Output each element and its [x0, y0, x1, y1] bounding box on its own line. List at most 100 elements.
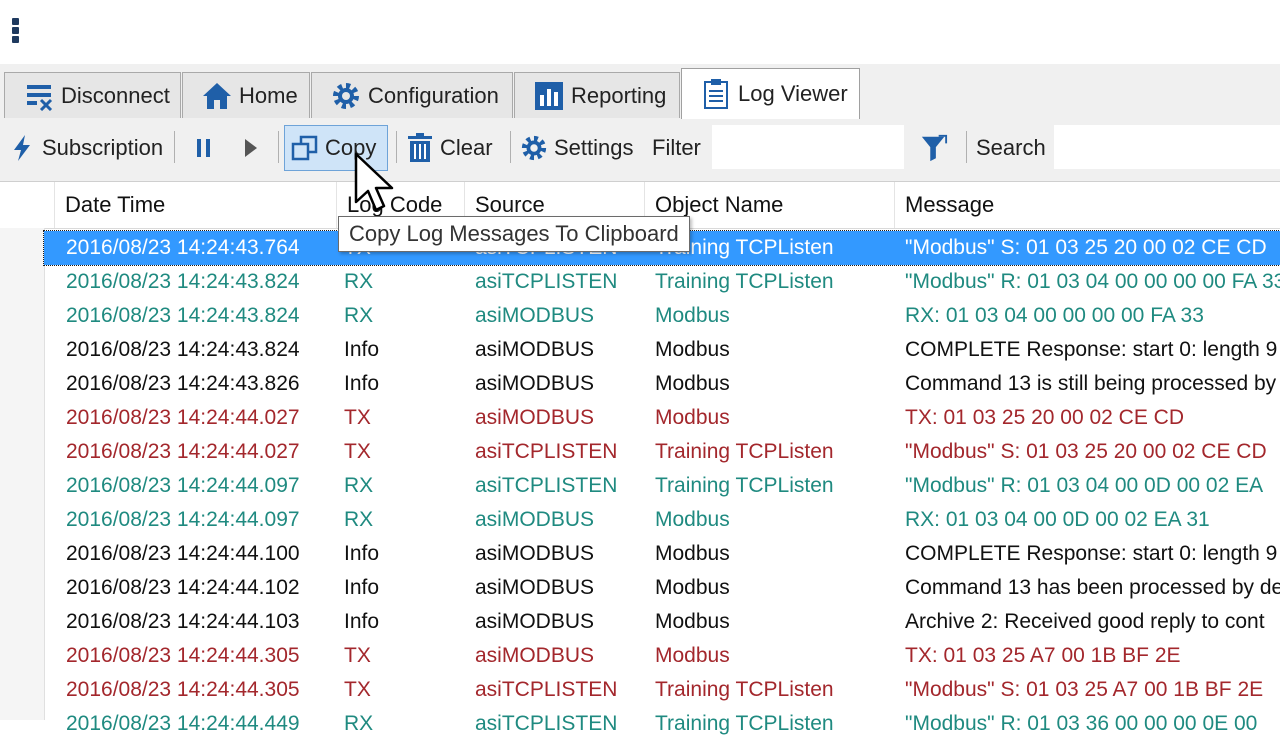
cell-object-name: Training TCPListen — [655, 270, 834, 293]
cell-object-name: Modbus — [655, 542, 730, 565]
cell-datetime: 2016/08/23 14:24:43.824 — [66, 304, 300, 327]
cell-datetime: 2016/08/23 14:24:44.097 — [66, 508, 300, 531]
cell-log-code: Info — [344, 338, 380, 361]
bar-chart-icon — [533, 80, 565, 112]
clear-label: Clear — [440, 135, 493, 160]
table-row[interactable]: 2016/08/23 14:24:44.102 Info asiMODBUS M… — [44, 571, 1280, 605]
tab-label: Home — [239, 82, 298, 108]
cell-object-name: Modbus — [655, 644, 730, 667]
tab-configuration[interactable]: Configuration — [311, 72, 513, 118]
gear-icon — [330, 80, 362, 112]
cell-datetime: 2016/08/23 14:24:43.824 — [66, 270, 300, 293]
table-row[interactable]: 2016/08/23 14:24:44.305 TX asiTCPLISTEN … — [44, 673, 1280, 707]
lightning-icon — [8, 134, 36, 162]
table-row[interactable]: 2016/08/23 14:24:44.103 Info asiMODBUS M… — [44, 605, 1280, 639]
table-row[interactable]: 2016/08/23 14:24:44.449 RX asiTCPLISTEN … — [44, 707, 1280, 741]
cell-source: asiMODBUS — [475, 406, 595, 429]
cell-message: Archive 2: Received good reply to cont — [905, 610, 1265, 633]
filter-apply-button[interactable] — [920, 125, 954, 171]
cell-source: asiMODBUS — [475, 508, 595, 531]
table-row[interactable]: 2016/08/23 14:24:44.097 RX asiTCPLISTEN … — [44, 469, 1280, 503]
cell-object-name: Modbus — [655, 508, 730, 531]
table-row[interactable]: 2016/08/23 14:24:44.027 TX asiTCPLISTEN … — [44, 435, 1280, 469]
pause-button[interactable] — [190, 125, 224, 171]
cell-object-name: Training TCPListen — [655, 712, 834, 735]
search-label: Search — [976, 135, 1046, 160]
table-row[interactable]: 2016/08/23 14:24:43.824 RX asiMODBUS Mod… — [44, 299, 1280, 333]
cell-datetime: 2016/08/23 14:24:44.097 — [66, 474, 300, 497]
tab-label: Log Viewer — [738, 81, 848, 106]
cell-datetime: 2016/08/23 14:24:43.826 — [66, 372, 300, 395]
title-bar — [0, 0, 1280, 65]
column-header-datetime[interactable]: Date Time — [54, 182, 336, 228]
table-row[interactable]: 2016/08/23 14:24:43.824 RX asiTCPLISTEN … — [44, 265, 1280, 299]
cell-log-code: RX — [344, 270, 374, 293]
cell-message: "Modbus" S: 01 03 25 20 00 02 CE CD — [905, 440, 1267, 463]
cell-object-name: Training TCPListen — [655, 474, 834, 497]
tab-reporting[interactable]: Reporting — [514, 72, 680, 118]
cell-source: asiMODBUS — [475, 372, 595, 395]
search-input[interactable] — [1054, 125, 1280, 169]
subscription-button[interactable]: Subscription — [8, 125, 163, 171]
cell-message: RX: 01 03 04 00 0D 00 02 EA 31 — [905, 508, 1210, 531]
toolbar-divider — [510, 131, 511, 163]
cell-message: COMPLETE Response: start 0: length 9 — [905, 542, 1278, 565]
toolbar-divider — [174, 131, 175, 163]
cell-message: COMPLETE Response: start 0: length 9 — [905, 338, 1278, 361]
tab-log-viewer[interactable]: Log Viewer — [681, 68, 860, 119]
tab-label: Reporting — [571, 82, 667, 108]
table-row[interactable]: 2016/08/23 14:24:43.826 Info asiMODBUS M… — [44, 367, 1280, 401]
cell-source: asiTCPLISTEN — [475, 474, 618, 497]
cell-log-code: RX — [344, 712, 374, 735]
cell-log-code: TX — [344, 678, 371, 701]
menu-icon[interactable] — [12, 18, 22, 48]
cell-log-code: TX — [344, 644, 371, 667]
settings-button[interactable]: Settings — [520, 125, 634, 171]
cell-object-name: Modbus — [655, 372, 730, 395]
subscription-label: Subscription — [42, 135, 164, 160]
cell-log-code: TX — [344, 406, 371, 429]
cell-object-name: Modbus — [655, 610, 730, 633]
table-row[interactable]: 2016/08/23 14:24:44.027 TX asiMODBUS Mod… — [44, 401, 1280, 435]
cell-datetime: 2016/08/23 14:24:44.102 — [66, 576, 300, 599]
pause-icon — [190, 134, 218, 162]
play-icon — [236, 134, 264, 162]
cell-message: "Modbus" S: 01 03 25 A7 00 1B BF 2E — [905, 678, 1264, 701]
funnel-icon — [920, 134, 948, 162]
cell-source: asiMODBUS — [475, 304, 595, 327]
row-header-gutter — [0, 228, 45, 720]
cell-log-code: Info — [344, 610, 380, 633]
filter-label: Filter — [652, 135, 701, 160]
cell-object-name: Modbus — [655, 406, 730, 429]
cell-message: TX: 01 03 25 A7 00 1B BF 2E — [905, 644, 1181, 667]
toolbar-divider — [966, 131, 967, 163]
settings-label: Settings — [554, 135, 634, 160]
tab-home[interactable]: Home — [182, 72, 310, 118]
cell-source: asiMODBUS — [475, 644, 595, 667]
clear-button[interactable]: Clear — [406, 125, 493, 171]
copy-tooltip: Copy Log Messages To Clipboard — [338, 216, 690, 252]
table-row[interactable]: 2016/08/23 14:24:44.100 Info asiMODBUS M… — [44, 537, 1280, 571]
cell-datetime: 2016/08/23 14:24:43.764 — [66, 236, 300, 259]
filter-input[interactable] — [712, 125, 904, 169]
cell-datetime: 2016/08/23 14:24:43.824 — [66, 338, 300, 361]
cell-log-code: Info — [344, 542, 380, 565]
table-row[interactable]: 2016/08/23 14:24:43.824 Info asiMODBUS M… — [44, 333, 1280, 367]
cell-message: "Modbus" S: 01 03 25 20 00 02 CE CD — [905, 236, 1267, 259]
cell-datetime: 2016/08/23 14:24:44.449 — [66, 712, 300, 735]
column-header-message[interactable]: Message — [894, 182, 1280, 228]
gear-icon — [520, 134, 548, 162]
cell-datetime: 2016/08/23 14:24:44.100 — [66, 542, 300, 565]
tab-disconnect[interactable]: Disconnect — [4, 72, 181, 118]
cell-datetime: 2016/08/23 14:24:44.027 — [66, 406, 300, 429]
play-button[interactable] — [236, 125, 270, 171]
table-row[interactable]: 2016/08/23 14:24:44.097 RX asiMODBUS Mod… — [44, 503, 1280, 537]
cell-source: asiTCPLISTEN — [475, 440, 618, 463]
cell-message: "Modbus" R: 01 03 04 00 00 00 00 FA 33 — [905, 270, 1280, 293]
cell-source: asiMODBUS — [475, 338, 595, 361]
table-row[interactable]: 2016/08/23 14:24:44.305 TX asiMODBUS Mod… — [44, 639, 1280, 673]
cell-source: asiMODBUS — [475, 576, 595, 599]
tab-label: Disconnect — [61, 82, 170, 108]
cell-log-code: TX — [344, 440, 371, 463]
copy-icon — [291, 134, 319, 162]
